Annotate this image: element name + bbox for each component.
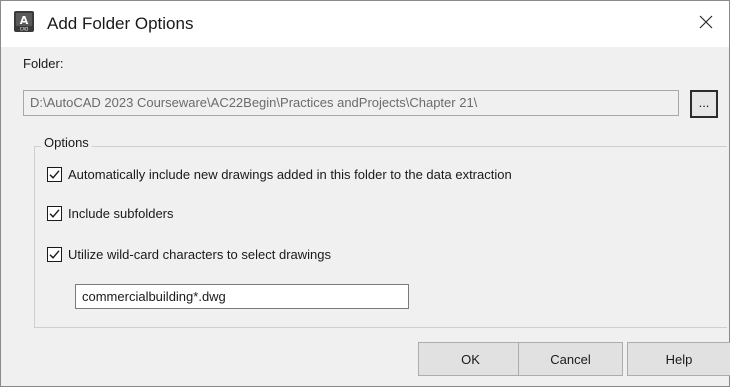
auto-include-label: Automatically include new drawings added… <box>68 166 512 182</box>
wildcard-label: Utilize wild-card characters to select d… <box>68 246 331 262</box>
close-button[interactable] <box>683 1 729 47</box>
help-button[interactable]: Help <box>627 342 730 376</box>
auto-include-checkbox[interactable]: Automatically include new drawings added… <box>47 165 512 183</box>
include-subfolders-checkbox[interactable]: Include subfolders <box>47 204 174 222</box>
include-subfolders-label: Include subfolders <box>68 205 174 221</box>
svg-text:CAD: CAD <box>20 27 29 32</box>
wildcard-checkbox[interactable]: Utilize wild-card characters to select d… <box>47 245 331 263</box>
options-group-label: Options <box>41 135 92 150</box>
wildcard-pattern-input[interactable]: commercialbuilding*.dwg <box>75 284 409 309</box>
close-icon <box>699 15 713 34</box>
title-bar: A CAD Add Folder Options <box>1 1 729 47</box>
browse-button[interactable]: ... <box>690 90 718 118</box>
folder-label: Folder: <box>23 56 64 71</box>
checkbox-checked-icon[interactable] <box>47 205 62 221</box>
cancel-button[interactable]: Cancel <box>518 342 623 376</box>
checkbox-checked-icon[interactable] <box>47 246 62 262</box>
folder-path-field[interactable]: D:\AutoCAD 2023 Courseware\AC22Begin\Pra… <box>23 90 679 116</box>
autocad-app-icon: A CAD <box>14 11 34 32</box>
checkbox-checked-icon[interactable] <box>47 166 62 182</box>
add-folder-options-dialog: A CAD Add Folder Options Folder: D:\Auto… <box>0 0 730 387</box>
dialog-title: Add Folder Options <box>47 14 194 33</box>
svg-text:A: A <box>20 14 29 27</box>
ok-button[interactable]: OK <box>418 342 523 376</box>
